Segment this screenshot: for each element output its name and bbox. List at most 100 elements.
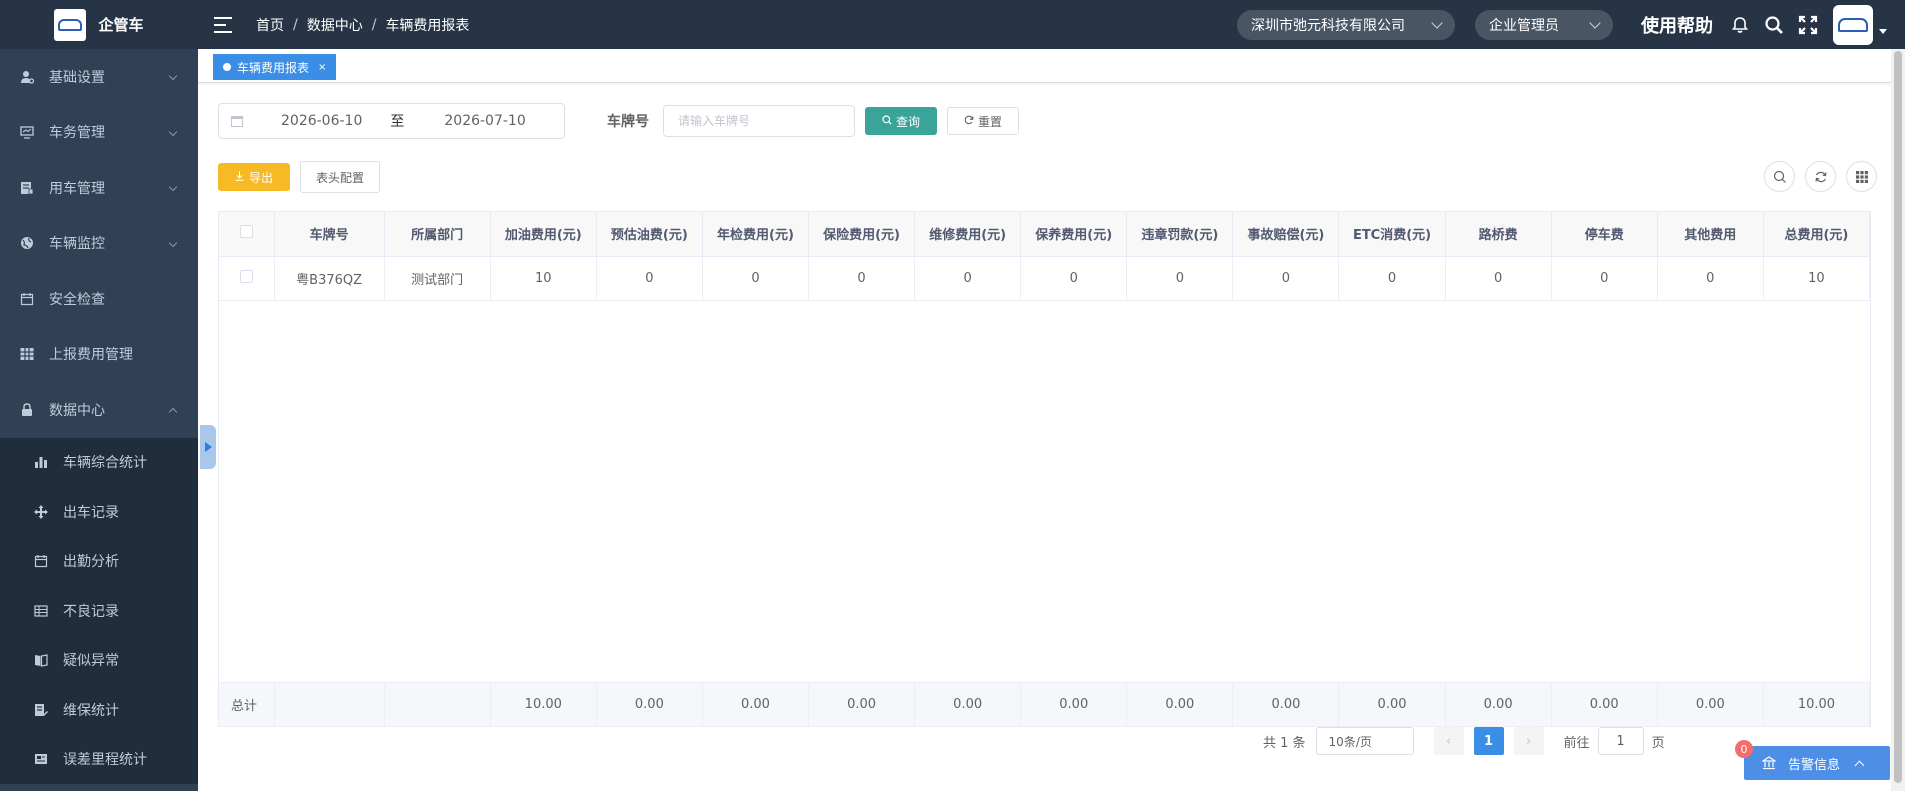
table-row[interactable]: 粤B376QZ 测试部门 10 0 0 0 0 0 0 0 0 0 0 0 10 — [219, 256, 1871, 301]
close-icon[interactable]: × — [318, 62, 326, 73]
sidebar-item-label: 疑似异常 — [63, 653, 119, 670]
sidebar-item-vehicle-affairs[interactable]: 车务管理 — [0, 105, 198, 161]
columns-toggle-button[interactable] — [1846, 161, 1877, 192]
sidebar-item-mileage-error[interactable]: 误差里程统计 — [0, 735, 198, 785]
avatar[interactable] — [1833, 4, 1873, 45]
breadcrumb-item-home[interactable]: 首页 — [256, 15, 284, 35]
sidebar-item-label: 出勤分析 — [63, 554, 119, 571]
bank-icon — [1761, 756, 1777, 770]
column-header[interactable]: 维修费用(元) — [914, 212, 1022, 257]
summary-cell: 0.00 — [1126, 681, 1234, 727]
date-start[interactable]: 2026-06-10 — [281, 113, 362, 129]
tag-vehicle-cost-report[interactable]: 车辆费用报表 × — [213, 54, 337, 80]
column-header[interactable]: 保险费用(元) — [808, 212, 916, 257]
export-button[interactable]: 导出 — [218, 163, 290, 191]
breadcrumb-item-data-center[interactable]: 数据中心 — [307, 15, 363, 35]
sidebar-item-report-fees[interactable]: 上报费用管理 — [0, 327, 198, 383]
column-header[interactable]: 车牌号 — [274, 212, 385, 257]
column-header[interactable]: 总费用(元) — [1763, 212, 1871, 257]
sidebar-item-bad-records[interactable]: 不良记录 — [0, 586, 198, 636]
page-size-select[interactable]: 10条/页 — [1315, 727, 1414, 755]
help-link[interactable]: 使用帮助 — [1641, 12, 1713, 38]
sidebar-item-vehicle-monitor[interactable]: 车辆监控 — [0, 216, 198, 272]
sidebar-item-maintenance-stats[interactable]: 维保统计 — [0, 685, 198, 735]
sidebar-item-attendance[interactable]: 出勤分析 — [0, 537, 198, 587]
sidebar-item-suspected-anomaly[interactable]: 疑似异常 — [0, 636, 198, 686]
grid-icon — [20, 347, 34, 361]
download-icon — [235, 170, 244, 184]
scrollbar-thumb[interactable] — [1894, 51, 1902, 783]
date-end[interactable]: 2026-07-10 — [444, 113, 525, 129]
edit-doc-icon — [34, 703, 48, 717]
page-number[interactable]: 1 — [1473, 727, 1504, 755]
reset-button[interactable]: 重置 — [947, 107, 1019, 135]
summary-row: 总计 10.00 0.00 0.00 0.00 0.00 0.00 0.00 0… — [219, 681, 1871, 727]
user-gear-icon — [20, 70, 34, 84]
refresh-icon — [1814, 171, 1827, 182]
column-header[interactable]: 其他费用 — [1657, 212, 1764, 257]
row-checkbox[interactable] — [239, 269, 253, 283]
sidebar-item-trip-records[interactable]: 出车记录 — [0, 487, 198, 537]
page-scrollbar[interactable] — [1891, 49, 1905, 791]
goto-page-input[interactable]: 1 — [1597, 727, 1644, 755]
plate-label: 车牌号 — [607, 114, 649, 130]
summary-cell: 10.00 — [1763, 681, 1871, 727]
summary-cell: 0.00 — [1657, 681, 1764, 727]
alarm-info-panel[interactable]: 告警信息 — [1744, 746, 1890, 780]
toggle-search-button[interactable] — [1764, 161, 1795, 192]
sidebar-item-basic-settings[interactable]: 基础设置 — [0, 49, 198, 105]
refresh-button[interactable] — [1805, 161, 1836, 192]
summary-cell: 0.00 — [702, 681, 810, 727]
sidebar-item-label: 车辆综合统计 — [63, 455, 147, 472]
sidebar-item-data-center[interactable]: 数据中心 — [0, 382, 198, 438]
table-cell: 0 — [1657, 256, 1764, 301]
column-header[interactable]: 违章罚款(元) — [1126, 212, 1234, 257]
refresh-icon — [964, 114, 974, 128]
query-button[interactable]: 查询 — [865, 107, 937, 135]
calendar-icon — [231, 115, 243, 127]
bell-icon[interactable] — [1729, 14, 1751, 36]
grid-icon — [1855, 170, 1868, 183]
select-all-checkbox[interactable] — [239, 225, 253, 239]
column-header[interactable]: ETC消费(元) — [1338, 212, 1446, 257]
summary-cell: 0.00 — [1020, 681, 1128, 727]
caret-down-icon[interactable] — [1879, 29, 1887, 34]
column-header[interactable]: 年检费用(元) — [702, 212, 810, 257]
next-page-button[interactable]: › — [1513, 727, 1544, 755]
search-form: 2026-06-10 至 2026-07-10 车牌号 查询 重置 — [218, 103, 1019, 139]
search-icon[interactable] — [1763, 14, 1785, 36]
main-content: 车辆费用报表 × 2026-06-10 至 2026-07-10 车牌号 查询 … — [198, 49, 1891, 791]
column-config-button[interactable]: 表头配置 — [300, 161, 380, 193]
fullscreen-icon[interactable] — [1797, 14, 1819, 36]
column-header[interactable]: 事故赔偿(元) — [1232, 212, 1340, 257]
table-cell: 0 — [1020, 256, 1128, 301]
calendar-icon — [20, 292, 34, 306]
sidebar-item-car-usage[interactable]: 用车管理 — [0, 160, 198, 216]
calendar-icon — [34, 554, 48, 568]
sidebar-item-vehicle-stats[interactable]: 车辆综合统计 — [0, 438, 198, 488]
chevron-left-icon: ‹ — [1445, 733, 1452, 749]
table-cell: 0 — [702, 256, 810, 301]
table-cell: 0 — [914, 256, 1022, 301]
table-cell: 测试部门 — [384, 256, 491, 301]
prev-page-button[interactable]: ‹ — [1433, 727, 1464, 755]
column-header[interactable]: 加油费用(元) — [490, 212, 597, 257]
plate-number-input[interactable] — [663, 105, 855, 137]
logo-icon — [54, 8, 87, 41]
summary-cell: 0.00 — [1338, 681, 1446, 727]
column-header[interactable]: 所属部门 — [384, 212, 491, 257]
column-header[interactable]: 保养费用(元) — [1020, 212, 1128, 257]
menu-toggle-icon[interactable] — [214, 16, 232, 33]
column-header[interactable]: 预估油费(元) — [596, 212, 703, 257]
column-header[interactable]: 路桥费 — [1445, 212, 1552, 257]
sidebar-item-safety-check[interactable]: 安全检查 — [0, 271, 198, 327]
sidebar-item-label: 车辆监控 — [49, 236, 105, 253]
role-select[interactable]: 企业管理员 — [1475, 9, 1613, 40]
document-icon — [20, 181, 34, 195]
column-header[interactable]: 停车费 — [1551, 212, 1658, 257]
page-unit-label: 页 — [1651, 735, 1665, 751]
summary-cell: 0.00 — [914, 681, 1022, 727]
date-range-picker[interactable]: 2026-06-10 至 2026-07-10 — [218, 103, 565, 139]
company-select[interactable]: 深圳市弛元科技有限公司 — [1237, 9, 1455, 40]
lock-icon — [20, 403, 34, 417]
